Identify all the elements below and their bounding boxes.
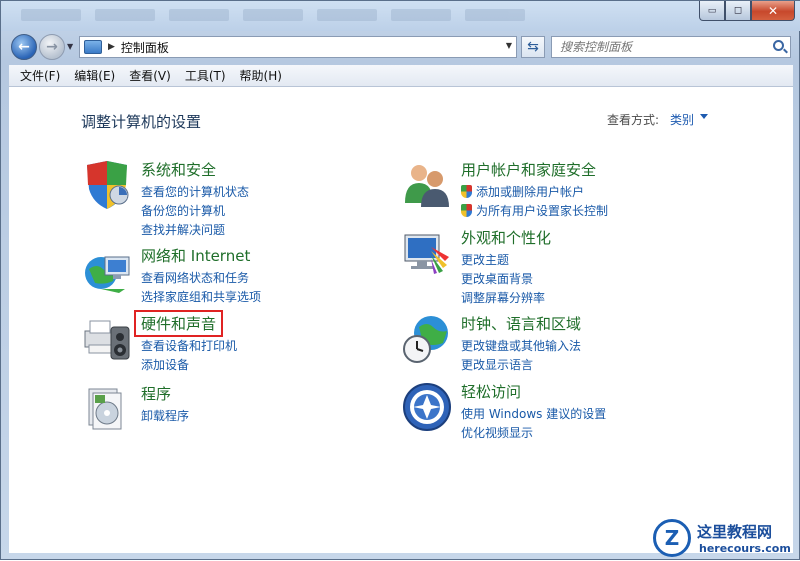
close-icon: ✕: [768, 4, 778, 18]
category-title[interactable]: 时钟、语言和区域: [461, 313, 581, 334]
search-box[interactable]: [551, 36, 791, 58]
navigation-bar: ← → ▼ ▶ 控制面板 ▼ ⇆: [1, 31, 800, 63]
control-panel-icon: [84, 40, 102, 54]
menu-view[interactable]: 查看(V): [122, 67, 178, 84]
uac-shield-icon: [461, 204, 472, 217]
menu-edit[interactable]: 编辑(E): [67, 67, 122, 84]
programs-icon: [81, 383, 133, 435]
close-button[interactable]: ✕: [751, 1, 795, 21]
link-backup-computer[interactable]: 备份您的计算机: [141, 202, 249, 221]
view-by-dropdown-arrow-icon[interactable]: [700, 114, 708, 119]
view-by-label: 查看方式:: [607, 111, 659, 128]
link-optimize-video[interactable]: 优化视频显示: [461, 424, 606, 443]
refresh-button[interactable]: ⇆: [521, 36, 545, 58]
address-dropdown-icon[interactable]: ▼: [506, 41, 512, 50]
content-area: 调整计算机的设置 查看方式: 类别 系统和安全 查看您的计算机状态 备份您的计算…: [9, 87, 793, 553]
category-links: 添加或删除用户帐户 为所有用户设置家长控制: [461, 183, 608, 221]
category-links: 更改键盘或其他输入法 更改显示语言: [461, 337, 581, 375]
link-network-status[interactable]: 查看网络状态和任务: [141, 269, 261, 288]
menu-help[interactable]: 帮助(H): [233, 67, 289, 84]
link-add-device[interactable]: 添加设备: [141, 356, 237, 375]
monitor-palette-icon: [401, 227, 453, 279]
forward-button[interactable]: →: [39, 34, 65, 60]
recent-pages-dropdown[interactable]: ▼: [67, 42, 73, 51]
site-watermark: Z 这里教程网 herecours.com: [649, 515, 800, 561]
category-links: 查看网络状态和任务 选择家庭组和共享选项: [141, 269, 261, 307]
link-screen-resolution[interactable]: 调整屏幕分辨率: [461, 289, 545, 308]
menu-tools[interactable]: 工具(T): [178, 67, 233, 84]
link-label: 添加或删除用户帐户: [476, 185, 584, 199]
link-homegroup-sharing[interactable]: 选择家庭组和共享选项: [141, 288, 261, 307]
category-title[interactable]: 轻松访问: [461, 381, 521, 402]
watermark-logo-icon: Z: [653, 519, 691, 557]
shield-icon: [81, 159, 133, 211]
back-arrow-icon: ←: [18, 39, 30, 55]
view-by-dropdown[interactable]: 类别: [670, 111, 694, 128]
category-links: 使用 Windows 建议的设置 优化视频显示: [461, 405, 606, 443]
minimize-button[interactable]: ▭: [699, 1, 725, 21]
link-add-remove-accounts[interactable]: 添加或删除用户帐户: [461, 183, 608, 202]
link-change-theme[interactable]: 更改主题: [461, 251, 545, 270]
background-windows-strip: [1, 1, 681, 29]
title-bar[interactable]: ▭ ◻ ✕: [1, 1, 800, 31]
link-uninstall-program[interactable]: 卸载程序: [141, 407, 189, 426]
watermark-name: 这里教程网: [697, 521, 772, 542]
network-globe-icon: [81, 245, 133, 297]
link-recommended-settings[interactable]: 使用 Windows 建议的设置: [461, 405, 606, 424]
category-links: 查看设备和打印机 添加设备: [141, 337, 237, 375]
category-links: 查看您的计算机状态 备份您的计算机 查找并解决问题: [141, 183, 249, 240]
control-panel-window: ▭ ◻ ✕ ← → ▼ ▶ 控制面板 ▼ ⇆ 文件(F) 编辑(E) 查看(V)…: [0, 0, 800, 560]
maximize-button[interactable]: ◻: [725, 1, 751, 21]
category-links: 更改主题 更改桌面背景 调整屏幕分辨率: [461, 251, 545, 308]
printer-speaker-icon: [81, 313, 133, 365]
link-view-computer-status[interactable]: 查看您的计算机状态: [141, 183, 249, 202]
category-title[interactable]: 程序: [141, 383, 171, 404]
breadcrumb-chevron-icon[interactable]: ▶: [108, 42, 115, 52]
refresh-icon: ⇆: [527, 39, 539, 55]
link-troubleshoot[interactable]: 查找并解决问题: [141, 221, 249, 240]
address-bar[interactable]: ▶ 控制面板 ▼: [79, 36, 517, 58]
ease-of-access-icon: [401, 381, 453, 433]
window-controls: ▭ ◻ ✕: [699, 1, 795, 21]
forward-arrow-icon: →: [46, 39, 58, 55]
link-change-background[interactable]: 更改桌面背景: [461, 270, 545, 289]
category-title-highlighted[interactable]: 硬件和声音: [137, 313, 220, 334]
maximize-icon: ◻: [734, 5, 742, 16]
uac-shield-icon: [461, 185, 472, 198]
category-title[interactable]: 系统和安全: [141, 159, 216, 180]
search-input[interactable]: [552, 37, 762, 57]
minimize-icon: ▭: [708, 6, 717, 16]
link-display-language[interactable]: 更改显示语言: [461, 356, 581, 375]
category-title[interactable]: 用户帐户和家庭安全: [461, 159, 596, 180]
link-label: 为所有用户设置家长控制: [476, 204, 608, 218]
clock-globe-icon: [401, 313, 453, 365]
search-icon[interactable]: [773, 40, 784, 51]
back-button[interactable]: ←: [11, 34, 37, 60]
breadcrumb-control-panel[interactable]: 控制面板: [121, 39, 169, 56]
menu-bar: 文件(F) 编辑(E) 查看(V) 工具(T) 帮助(H): [9, 65, 793, 87]
link-change-keyboard[interactable]: 更改键盘或其他输入法: [461, 337, 581, 356]
watermark-url: herecours.com: [699, 542, 791, 555]
category-title[interactable]: 外观和个性化: [461, 227, 551, 248]
link-devices-printers[interactable]: 查看设备和打印机: [141, 337, 237, 356]
page-title: 调整计算机的设置: [81, 111, 201, 132]
users-icon: [401, 159, 453, 211]
link-parental-controls[interactable]: 为所有用户设置家长控制: [461, 202, 608, 221]
menu-file[interactable]: 文件(F): [13, 67, 67, 84]
category-links: 卸载程序: [141, 407, 189, 426]
category-title[interactable]: 网络和 Internet: [141, 245, 250, 266]
